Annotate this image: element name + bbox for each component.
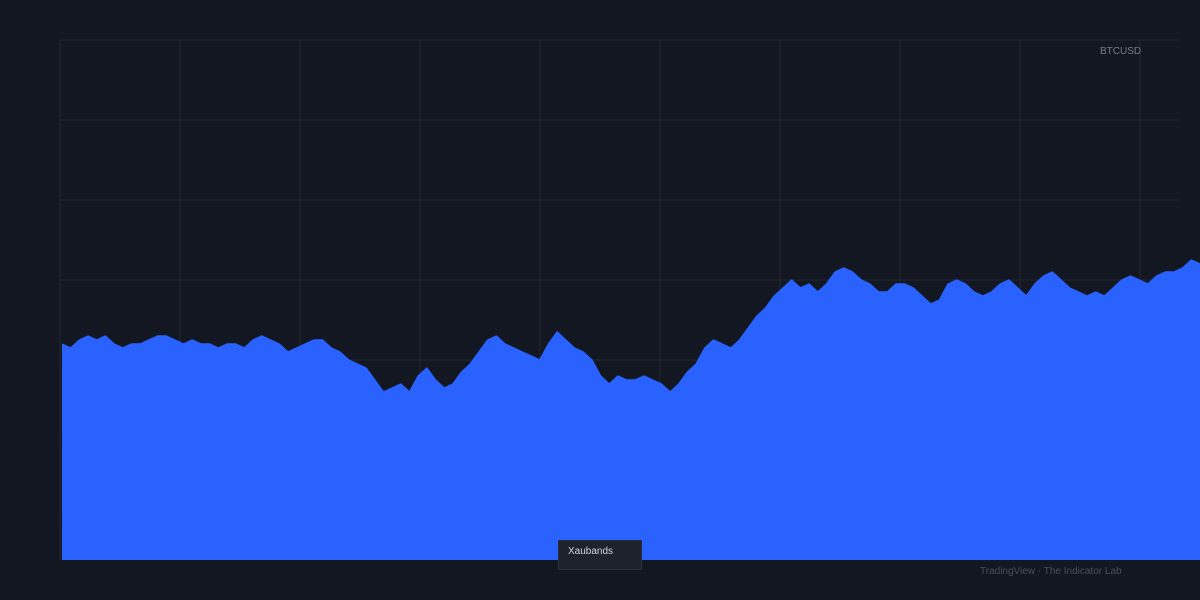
symbol-legend: BTCUSD (1100, 46, 1141, 57)
indicator-tooltip: Xaubands (558, 540, 642, 570)
tooltip-label: Xaubands (568, 546, 614, 557)
chart-svg[interactable]: BTCUSD (0, 0, 1200, 600)
chart-container[interactable]: BTCUSD Xaubands TradingView · The Indica… (0, 0, 1200, 600)
watermark-text: TradingView · The Indicator Lab (980, 566, 1122, 577)
watermark: TradingView · The Indicator Lab (980, 566, 1122, 577)
